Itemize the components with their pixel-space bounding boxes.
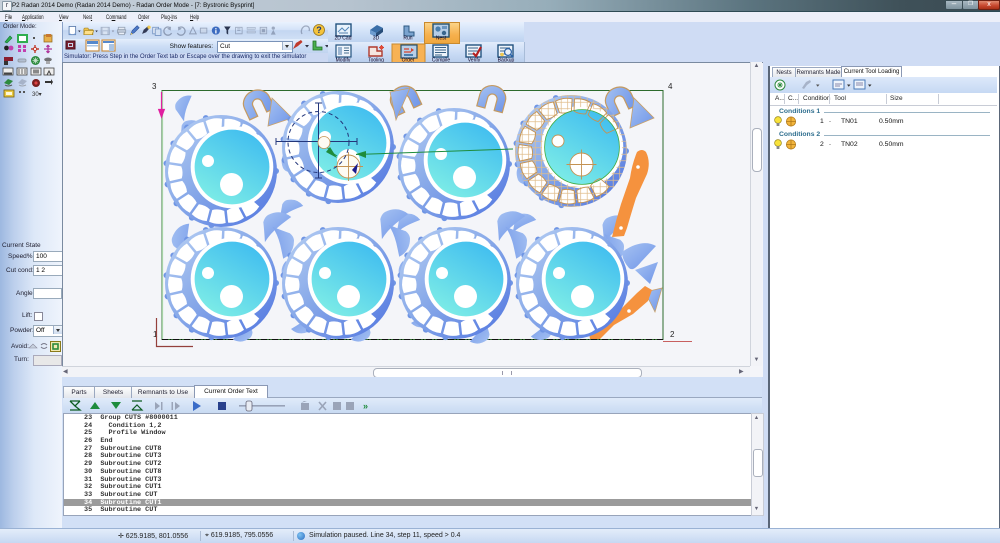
svg-text:Nest: Nest [436,36,447,42]
svg-text:30▾: 30▾ [32,92,42,98]
svg-text:3: 3 [152,82,157,91]
svg-text:Show features:: Show features: [170,43,214,50]
svg-text:3D: 3D [373,36,380,42]
svg-text:2D Cad: 2D Cad [335,36,352,42]
svg-text:»: » [363,401,368,411]
svg-text:2: 2 [670,330,675,339]
svg-text:1: 1 [153,330,158,339]
svg-text:?: ? [316,25,322,35]
svg-text:4: 4 [668,82,673,91]
svg-text:Run: Run [403,36,412,42]
